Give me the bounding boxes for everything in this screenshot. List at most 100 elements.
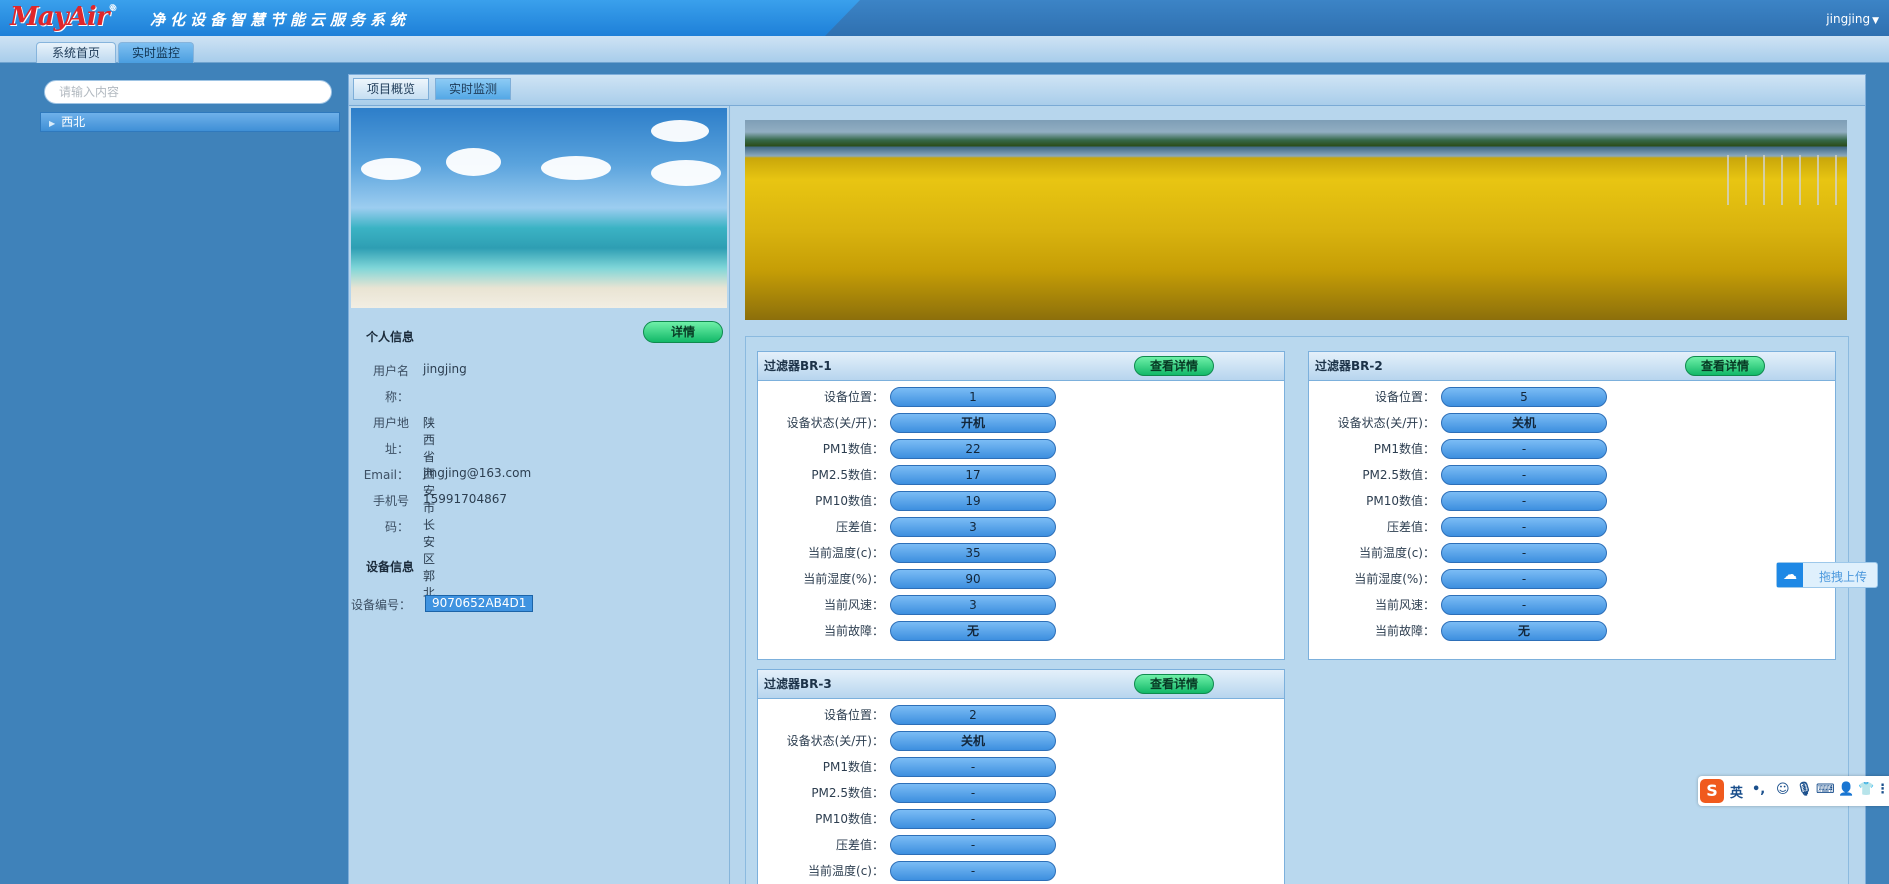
view-details-button[interactable]: 查看详情 xyxy=(1134,674,1214,694)
info-panel: 个人信息 详情 用户名 称： jingjing 用户地 址： 陕西省西安市长安区… xyxy=(349,106,730,884)
row-status: 设备状态(关/开)： 开机 xyxy=(758,413,1284,439)
row-value: 1 xyxy=(890,387,1056,407)
row-pm25: PM2.5数值： - xyxy=(1309,465,1835,491)
row-value: 22 xyxy=(890,439,1056,459)
phone-label-2: 码： xyxy=(384,520,409,534)
row-wind: 当前风速： - xyxy=(1309,595,1835,621)
row-pm1: PM1数值： - xyxy=(758,757,1284,783)
keyboard-icon[interactable]: ⌨ xyxy=(1816,782,1835,797)
row-value: - xyxy=(890,835,1056,855)
cloud-shape xyxy=(651,120,709,142)
device-code-value[interactable]: 9070652AB4D1 xyxy=(425,595,534,612)
row-pm10: PM10数值： - xyxy=(1309,491,1835,517)
tab-realtime-detection[interactable]: 实时监测 xyxy=(435,78,511,100)
card-header: 过滤器BR-2 查看详情 xyxy=(1309,352,1835,381)
view-details-button[interactable]: 查看详情 xyxy=(1685,356,1765,376)
card-body: 设备位置： 1 设备状态(关/开)： 开机 PM1数值： 22 PM2.5数值： 17 … xyxy=(758,381,1284,659)
row-label: PM2.5数值： xyxy=(811,786,884,800)
subtab-bar: 项目概览 实时监测 xyxy=(349,75,1865,106)
nav-bar: 系统首页 实时监控 xyxy=(0,36,1889,63)
fence-shape xyxy=(1727,155,1847,205)
row-label: 当前故障： xyxy=(1374,624,1435,638)
expand-triangle-icon[interactable]: ▶ xyxy=(49,119,55,128)
header-highlight xyxy=(0,0,860,36)
row-value: 无 xyxy=(890,621,1056,641)
phone-label: 手机号 xyxy=(372,494,409,508)
top-header: MayAir® 净化设备智慧节能云服务系统 jingjing ▼ xyxy=(0,0,1889,36)
view-details-button[interactable]: 查看详情 xyxy=(1134,356,1214,376)
row-label: 设备位置： xyxy=(823,390,884,404)
row-temp: 当前温度(c)： - xyxy=(758,861,1284,884)
filter-card-br2: 过滤器BR-2 查看详情 设备位置： 5 设备状态(关/开)： 关机 PM1数值： -… xyxy=(1308,351,1836,660)
row-position: 设备位置： 2 xyxy=(758,705,1284,731)
row-pressure: 压差值： 3 xyxy=(758,517,1284,543)
row-value: 关机 xyxy=(1441,413,1607,433)
tab-realtime-monitor[interactable]: 实时监控 xyxy=(118,42,194,63)
tab-project-overview[interactable]: 项目概览 xyxy=(353,78,429,100)
row-pressure: 压差值： - xyxy=(1309,517,1835,543)
device-info-heading: 设备信息 xyxy=(366,560,415,574)
row-value: 90 xyxy=(890,569,1056,589)
address-value: 陕西省西安市长安区郭北 xyxy=(423,416,436,600)
monitor-panel: 过滤器BR-1 查看详情 设备位置： 1 设备状态(关/开)： 开机 PM1数值： 2… xyxy=(731,106,1863,884)
row-value: - xyxy=(890,861,1056,881)
upload-label: 拖拽上传 xyxy=(1819,570,1868,584)
flower-field-image xyxy=(745,120,1847,320)
filter-area: 过滤器BR-1 查看详情 设备位置： 1 设备状态(关/开)： 开机 PM1数值： 2… xyxy=(745,336,1849,884)
row-label: 当前故障： xyxy=(823,624,884,638)
grid-icon[interactable]: ⋮ xyxy=(1876,782,1889,797)
row-value: 关机 xyxy=(890,731,1056,751)
row-value: 开机 xyxy=(890,413,1056,433)
search-input[interactable] xyxy=(57,81,321,103)
row-pm10: PM10数值： - xyxy=(758,809,1284,835)
row-label: 设备位置： xyxy=(823,708,884,722)
row-label: 设备状态(关/开)： xyxy=(786,734,884,748)
search-box xyxy=(44,80,332,104)
row-value: 17 xyxy=(890,465,1056,485)
cloud-upload-icon: ☁ xyxy=(1777,563,1803,587)
row-label: 当前湿度(%)： xyxy=(803,572,884,586)
row-fault: 当前故障： 无 xyxy=(1309,621,1835,647)
row-status: 设备状态(关/开)： 关机 xyxy=(758,731,1284,757)
username-label: 用户名 xyxy=(372,364,409,378)
row-label: PM2.5数值： xyxy=(1362,468,1435,482)
row-label: 当前温度(c)： xyxy=(808,864,884,878)
detail-button[interactable]: 详情 xyxy=(643,321,723,343)
chevron-down-icon: ▼ xyxy=(1872,16,1879,26)
phone-value: 15991704867 xyxy=(423,492,507,506)
ime-punctuation-toggle[interactable]: •, xyxy=(1752,782,1765,797)
microphone-icon[interactable]: 🎙 xyxy=(1796,782,1813,797)
logo-text: MayAir xyxy=(10,2,109,32)
tab-home[interactable]: 系统首页 xyxy=(36,42,116,63)
cloud-shape xyxy=(446,148,501,176)
row-pm10: PM10数值： 19 xyxy=(758,491,1284,517)
shirt-icon[interactable]: 👕 xyxy=(1858,782,1874,797)
system-title: 净化设备智慧节能云服务系统 xyxy=(150,11,411,29)
ime-language-toggle[interactable]: 英 xyxy=(1730,782,1743,801)
emoji-icon[interactable]: ☺ xyxy=(1776,782,1790,797)
row-value: - xyxy=(890,809,1056,829)
user-menu[interactable]: jingjing ▼ xyxy=(1826,12,1879,26)
row-label: PM1数值： xyxy=(1373,442,1435,456)
ime-toolbar: S 英 •, ☺ 🎙 ⌨ 👤 👕 ⋮ xyxy=(1698,776,1889,806)
row-pm25: PM2.5数值： - xyxy=(758,783,1284,809)
user-icon[interactable]: 👤 xyxy=(1838,782,1854,797)
row-label: 设备状态(关/开)： xyxy=(1337,416,1435,430)
row-value: 19 xyxy=(890,491,1056,511)
sogou-logo-icon[interactable]: S xyxy=(1700,779,1724,803)
address-label-2: 址： xyxy=(384,442,409,456)
row-label: 当前湿度(%)： xyxy=(1354,572,1435,586)
email-label: Email： xyxy=(363,468,409,482)
row-label: 压差值： xyxy=(1386,520,1435,534)
registered-mark-icon: ® xyxy=(108,2,116,12)
row-value: 3 xyxy=(890,517,1056,537)
cloud-shape xyxy=(541,156,611,180)
tree-item-northwest[interactable]: ▶ 西北 xyxy=(40,112,340,132)
row-label: 当前风速： xyxy=(1374,598,1435,612)
sidebar: ▶ 西北 xyxy=(40,76,340,132)
card-title: 过滤器BR-3 xyxy=(764,677,832,691)
card-title: 过滤器BR-2 xyxy=(1315,359,1383,373)
card-body: 设备位置： 2 设备状态(关/开)： 关机 PM1数值： - PM2.5数值： - PM… xyxy=(758,699,1284,884)
row-value: - xyxy=(1441,595,1607,615)
drag-upload-widget[interactable]: ☁ 拖拽上传 xyxy=(1776,562,1878,588)
